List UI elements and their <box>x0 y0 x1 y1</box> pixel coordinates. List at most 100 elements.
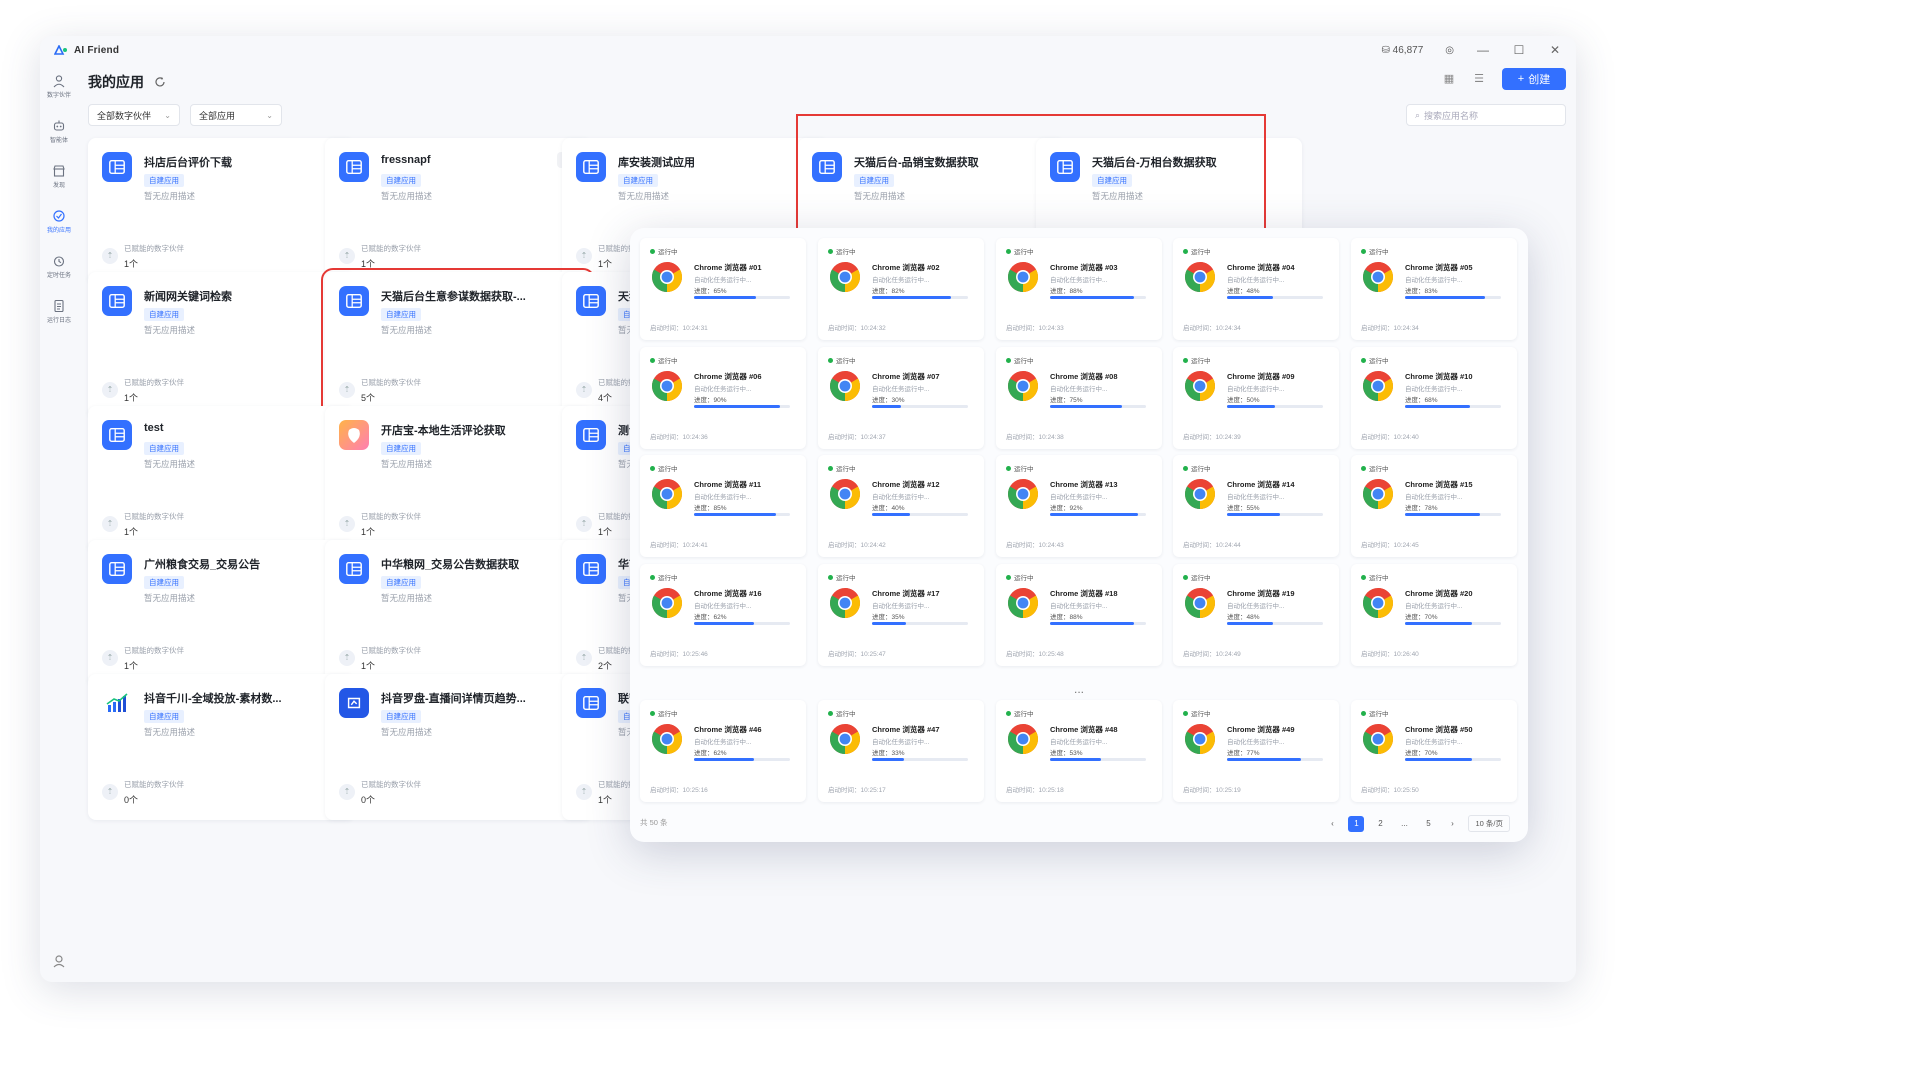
browser-instance-card[interactable]: 运行中 Chrome 浏览器 #02 自动化任务运行中... 进度：82% 启动时间：1… <box>818 238 984 340</box>
browser-instance-card[interactable]: 运行中 Chrome 浏览器 #15 自动化任务运行中... 进度：78% 启动时间：1… <box>1351 455 1517 557</box>
close-button[interactable]: ✕ <box>1548 43 1562 57</box>
robot-icon <box>53 120 65 131</box>
browser-instance-card[interactable]: 运行中 Chrome 浏览器 #12 自动化任务运行中... 进度：40% 启动时间：1… <box>818 455 984 557</box>
time-value: 10:24:40 <box>1393 434 1419 441</box>
status-label: 运行中 <box>1369 249 1389 256</box>
browser-instance-card[interactable]: 运行中 Chrome 浏览器 #20 自动化任务运行中... 进度：70% 启动时间：1… <box>1351 564 1517 666</box>
chrome-icon <box>828 477 862 511</box>
headset-icon[interactable]: ◎ <box>1445 45 1454 56</box>
progress-prefix: 进度： <box>1405 750 1425 757</box>
partner-filter-select[interactable]: 全部数字伙伴 ⌄ <box>88 104 180 126</box>
status-label: 运行中 <box>1191 575 1211 582</box>
user-avatar-icon[interactable] <box>52 954 66 968</box>
progress-bar <box>1227 296 1323 299</box>
sidebar-item[interactable]: 数字伙伴 <box>40 64 78 109</box>
partner-icon: ⇡ <box>339 382 355 398</box>
browser-instance-card[interactable]: 运行中 Chrome 浏览器 #18 自动化任务运行中... 进度：88% 启动时间：1… <box>996 564 1162 666</box>
app-card[interactable]: 中华粮网_交易公告数据获取自建应用暂无应用描述⇡已赋能的数字伙伴1个+ <box>325 540 591 686</box>
chrome-icon <box>1006 722 1040 756</box>
sidebar-item[interactable]: 定时任务 <box>40 244 78 289</box>
browser-instance-card[interactable]: 运行中 Chrome 浏览器 #50 自动化任务运行中... 进度：70% 启动时间：1… <box>1351 700 1517 802</box>
browser-instance-card[interactable]: 运行中 Chrome 浏览器 #49 自动化任务运行中... 进度：77% 启动时间：1… <box>1173 700 1339 802</box>
maximize-button[interactable]: ☐ <box>1512 43 1526 57</box>
partner-label: 已赋能的数字伙伴 <box>124 646 184 655</box>
progress-label: 进度：82% <box>872 285 905 295</box>
app-filter-select[interactable]: 全部应用 ⌄ <box>190 104 282 126</box>
browser-instance-card[interactable]: 运行中 Chrome 浏览器 #10 自动化任务运行中... 进度：68% 启动时间：1… <box>1351 347 1517 449</box>
sidebar-item[interactable]: 我的应用 <box>40 199 78 244</box>
partner-icon: ⇡ <box>576 650 592 666</box>
page-button[interactable]: 1 <box>1348 815 1365 832</box>
create-button[interactable]: + 创建 <box>1502 68 1566 90</box>
progress-value: 85% <box>713 505 727 512</box>
app-card[interactable]: 新闻网关键词检索自建应用暂无应用描述⇡已赋能的数字伙伴1个+ <box>88 272 354 418</box>
time-prefix: 启动时间： <box>1006 434 1039 441</box>
page-title: 我的应用 <box>88 74 144 90</box>
start-time: 启动时间：10:25:48 <box>1006 648 1064 658</box>
progress-label: 进度：33% <box>872 747 905 757</box>
browser-instance-card[interactable]: 运行中 Chrome 浏览器 #03 自动化任务运行中... 进度：88% 启动时间：1… <box>996 238 1162 340</box>
app-icon <box>339 152 369 182</box>
progress-value: 82% <box>891 288 905 295</box>
app-name: 开店宝-本地生活评论获取 <box>381 425 506 437</box>
sidebar-item[interactable]: 智能体 <box>40 109 78 154</box>
grid-view-icon[interactable]: ▦ <box>1442 72 1456 86</box>
browser-instance-card[interactable]: 运行中 Chrome 浏览器 #48 自动化任务运行中... 进度：53% 启动时间：1… <box>996 700 1162 802</box>
progress-fill <box>694 622 754 625</box>
minimize-button[interactable]: — <box>1476 43 1490 57</box>
instance-subtitle: 自动化任务运行中... <box>1227 494 1285 501</box>
page-button[interactable]: 5 <box>1420 816 1436 832</box>
chrome-icon <box>650 260 684 294</box>
browser-instance-card[interactable]: 运行中 Chrome 浏览器 #11 自动化任务运行中... 进度：85% 启动时间：1… <box>640 455 806 557</box>
time-value: 10:24:34 <box>1215 325 1241 332</box>
app-card[interactable]: 抖店后台评价下载自建应用暂无应用描述⇡已赋能的数字伙伴1个+ <box>88 138 354 284</box>
browser-instance-card[interactable]: 运行中 Chrome 浏览器 #08 自动化任务运行中... 进度：75% 启动时间：1… <box>996 347 1162 449</box>
status-badge: 运行中 <box>650 355 678 365</box>
app-card[interactable]: test自建应用暂无应用描述⇡已赋能的数字伙伴1个+ <box>88 406 354 552</box>
sidebar-item[interactable]: 运行日志 <box>40 289 78 334</box>
browser-instance-card[interactable]: 运行中 Chrome 浏览器 #01 自动化任务运行中... 进度：65% 启动时间：1… <box>640 238 806 340</box>
sidebar-item[interactable]: 发现 <box>40 154 78 199</box>
app-type-tag: 自建应用 <box>144 442 184 455</box>
person-icon <box>53 75 65 88</box>
partner-count: 0个 <box>361 795 376 805</box>
app-card[interactable]: 抖音罗盘-直播间详情页趋势...自建应用暂无应用描述⇡已赋能的数字伙伴0个+ <box>325 674 591 820</box>
partner-count: 1个 <box>361 259 376 269</box>
browser-instance-card[interactable]: 运行中 Chrome 浏览器 #19 自动化任务运行中... 进度：48% 启动时间：1… <box>1173 564 1339 666</box>
browser-instance-card[interactable]: 运行中 Chrome 浏览器 #47 自动化任务运行中... 进度：33% 启动时间：1… <box>818 700 984 802</box>
search-input[interactable]: ⌕ 搜索应用名称 <box>1406 104 1566 126</box>
browser-instance-card[interactable]: 运行中 Chrome 浏览器 #06 自动化任务运行中... 进度：90% 启动时间：1… <box>640 347 806 449</box>
time-value: 10:25:46 <box>682 651 708 658</box>
page-button[interactable]: 2 <box>1372 816 1388 832</box>
app-card[interactable]: fressnapf自建应用暂无应用描述⇡已赋能的数字伙伴1个+··· <box>325 138 591 284</box>
status-badge: 运行中 <box>1006 708 1034 718</box>
app-card[interactable]: 抖音千川-全域投放-素材数...自建应用暂无应用描述⇡已赋能的数字伙伴0个+ <box>88 674 354 820</box>
refresh-icon[interactable] <box>154 76 166 88</box>
chrome-icon <box>1006 477 1040 511</box>
list-view-icon[interactable]: ☰ <box>1472 72 1486 86</box>
status-badge: 运行中 <box>1183 708 1211 718</box>
browser-instance-card[interactable]: 运行中 Chrome 浏览器 #46 自动化任务运行中... 进度：62% 启动时间：1… <box>640 700 806 802</box>
browser-instance-card[interactable]: 运行中 Chrome 浏览器 #09 自动化任务运行中... 进度：50% 启动时间：1… <box>1173 347 1339 449</box>
status-dot-icon <box>650 248 655 254</box>
browser-instance-card[interactable]: 运行中 Chrome 浏览器 #17 自动化任务运行中... 进度：35% 启动时间：1… <box>818 564 984 666</box>
app-card[interactable]: 广州粮食交易_交易公告自建应用暂无应用描述⇡已赋能的数字伙伴1个+ <box>88 540 354 686</box>
browser-instance-card[interactable]: 运行中 Chrome 浏览器 #04 自动化任务运行中... 进度：48% 启动时间：1… <box>1173 238 1339 340</box>
app-card[interactable]: 天猫后台生意参谋数据获取-...自建应用暂无应用描述⇡已赋能的数字伙伴5个+ <box>321 268 595 422</box>
browser-instance-card[interactable]: 运行中 Chrome 浏览器 #14 自动化任务运行中... 进度：55% 启动时间：1… <box>1173 455 1339 557</box>
time-value: 10:24:36 <box>682 434 708 441</box>
browser-instance-card[interactable]: 运行中 Chrome 浏览器 #05 自动化任务运行中... 进度：83% 启动时间：1… <box>1351 238 1517 340</box>
next-page-button[interactable]: › <box>1444 816 1460 832</box>
prev-page-button[interactable]: ‹ <box>1324 816 1340 832</box>
status-dot-icon <box>1361 465 1366 471</box>
browser-instance-card[interactable]: 运行中 Chrome 浏览器 #16 自动化任务运行中... 进度：62% 启动时间：1… <box>640 564 806 666</box>
partner-icon: ⇡ <box>339 516 355 532</box>
time-prefix: 启动时间： <box>650 434 683 441</box>
app-card[interactable]: 开店宝-本地生活评论获取自建应用暂无应用描述⇡已赋能的数字伙伴1个+ <box>325 406 591 552</box>
instance-subtitle: 自动化任务运行中... <box>1227 277 1285 284</box>
app-name: 抖音罗盘-直播间详情页趋势... <box>381 693 526 705</box>
browser-instance-card[interactable]: 运行中 Chrome 浏览器 #13 自动化任务运行中... 进度：92% 启动时间：1… <box>996 455 1162 557</box>
page-size-select[interactable]: 10 条/页 <box>1468 815 1510 832</box>
partner-icon: ⇡ <box>339 784 355 800</box>
browser-instance-card[interactable]: 运行中 Chrome 浏览器 #07 自动化任务运行中... 进度：30% 启动时间：1… <box>818 347 984 449</box>
